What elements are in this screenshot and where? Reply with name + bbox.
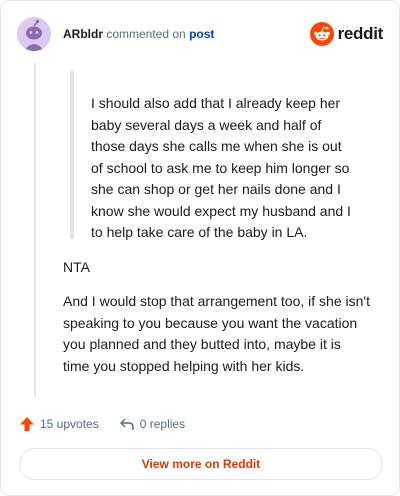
comment-embed-card: ARbldr commented on post reddit I should… (0, 0, 400, 496)
comment-body: And I would stop that arrangement too, i… (63, 291, 383, 377)
thread-line (34, 63, 36, 397)
quote-line: of school to ask me to keep him longer s… (91, 159, 350, 176)
verdict-text: NTA (63, 259, 90, 275)
quote-line: she can shop or get her nails done and I (91, 181, 341, 197)
username-link[interactable]: ARbldr (63, 27, 103, 41)
body-line: speaking to you because you want the vac… (63, 314, 358, 331)
body-line: time you stopped helping with her kids. (63, 357, 305, 374)
quote-line: those days she calls me when she is out (91, 138, 342, 154)
comment-verdict: NTA (63, 257, 90, 279)
avatar[interactable] (17, 17, 51, 51)
quote-line: baby several days a week and half of (91, 116, 322, 133)
body-line: And I would stop that arrangement too, i… (63, 293, 370, 309)
byline: ARbldr commented on post (63, 27, 214, 41)
quote-line: know she would expect my husband and I (91, 202, 351, 219)
post-link[interactable]: post (189, 27, 214, 41)
reply-arrow-icon (119, 418, 134, 430)
body-line: you planned and they butted into, maybe … (63, 336, 341, 352)
reddit-logo-icon (309, 22, 334, 46)
view-more-button[interactable]: View more on Reddit (19, 448, 383, 480)
reddit-wordmark: reddit (337, 24, 384, 43)
upvote-count: 15 upvotes (40, 417, 99, 431)
quote-line: I should also add that I already keep he… (91, 95, 341, 111)
comment-actions: 15 upvotes 0 replies (19, 415, 205, 433)
comment-header: ARbldr commented on post reddit (17, 17, 383, 51)
upvote-button[interactable]: 15 upvotes (19, 416, 99, 432)
quote-line: to help take care of the baby in LA. (91, 224, 308, 240)
reply-count: 0 replies (139, 417, 186, 431)
reddit-brand[interactable]: reddit (309, 21, 384, 47)
quoted-text-block: I should also add that I already keep he… (70, 71, 370, 240)
replies-button[interactable]: 0 replies (119, 416, 185, 432)
byline-action-text: commented on (106, 27, 186, 41)
avatar-icon (17, 17, 51, 51)
upvote-arrow-icon (20, 417, 34, 431)
